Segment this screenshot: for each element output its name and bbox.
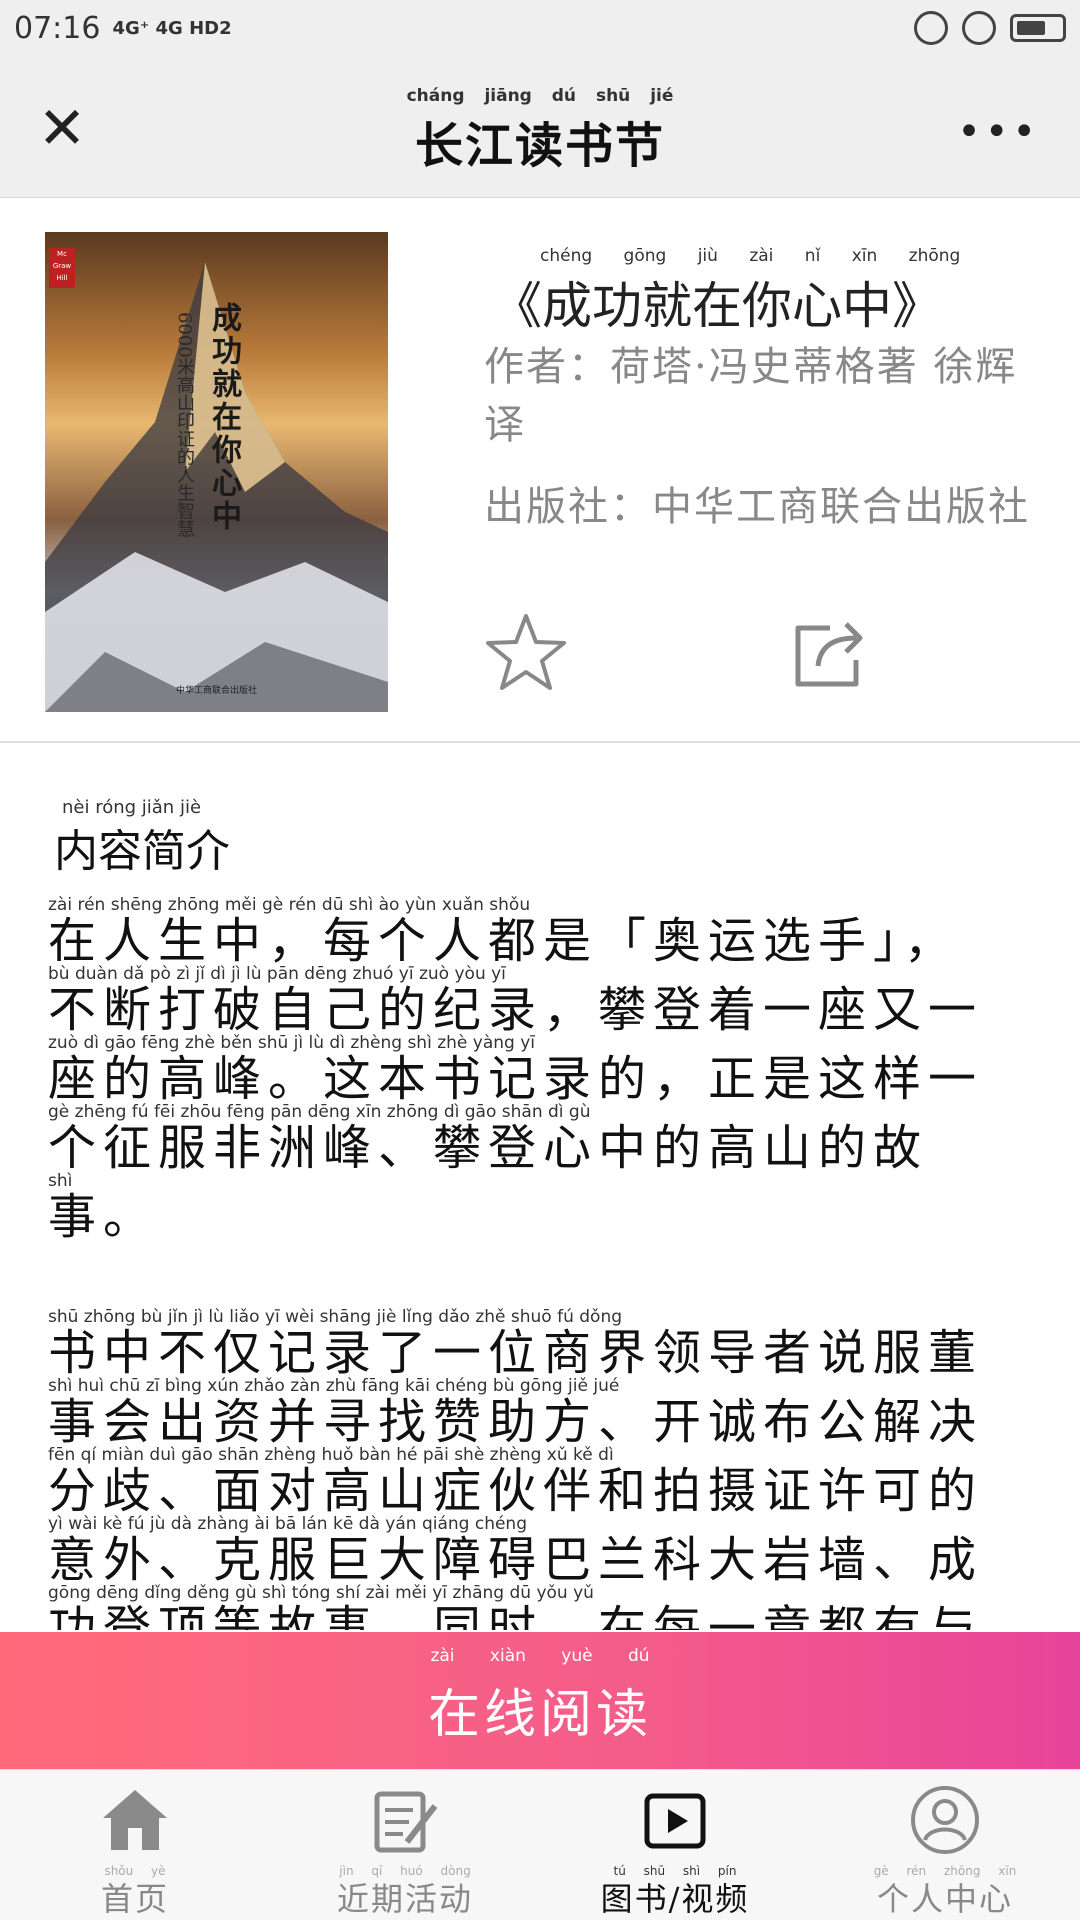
home-icon [103,1790,167,1850]
user-icon [911,1786,979,1854]
book-title-pinyin: chéng gōng jiù zài nǐ xīn zhōng [540,246,961,266]
read-online-button[interactable]: zài xiàn yuè dú 在线阅读 [0,1632,1080,1769]
more-options-icon[interactable]: ••• [957,112,1040,152]
tab-books-videos[interactable]: tú shū shì pín 图书/视频 [540,1770,810,1920]
page-title: 长江读书节 [414,118,665,174]
tab-activities[interactable]: jìn qī huó dòng 近期活动 [270,1770,540,1920]
battery-icon [1010,14,1066,42]
lock-rotation-icon [962,11,996,45]
status-time: 07:16 [14,10,101,46]
cover-subtitle: 6000米高山印证的人生智慧 [174,312,195,538]
publisher-logo: Mc Graw Hill [49,248,75,288]
cover-title: 成功就在你心中 [206,302,241,533]
book-author: 作者：荷塔·冯史蒂格著 徐辉译 [484,344,1018,448]
tab-activities-label: 近期活动 [336,1880,473,1918]
book-info: Mc Graw Hill 成功就在你心中 6000米高山印证的人生智慧 中华工商联合… [0,198,1080,743]
read-online-label: 在线阅读 [427,1685,652,1745]
book-publisher: 出版社：中华工商联合出版社 [484,484,1030,530]
share-icon[interactable] [790,616,866,692]
activity-icon [374,1791,438,1853]
para2-line-5: 功登顶等故事。同时，在每一章都有与 [48,1601,984,1630]
content-intro: nèi róng jiǎn jiè 内容简介 zài rén shēng zhō… [0,745,1080,1630]
video-icon [644,1793,706,1849]
bottom-tab-bar: shǒu yè 首页 jìn qī huó dòng 近期活动 tú shū s… [0,1769,1080,1920]
status-bar: 07:16 4G⁺ 4G HD2 [0,0,1080,56]
tab-home-label: 首页 [100,1880,169,1918]
book-title: 《成功就在你心中》 [492,277,942,335]
tab-home[interactable]: shǒu yè 首页 [0,1770,270,1920]
nav-bar: ✕ cháng jiāng dú shū jié 长江读书节 ••• [0,56,1080,198]
network-indicator: 4G⁺ 4G HD2 [112,17,232,39]
read-online-pinyin: zài xiàn yuè dú [430,1646,650,1666]
section-title: 内容简介 [54,826,230,877]
tab-profile-label: 个人中心 [876,1880,1013,1918]
tab-profile[interactable]: gè rén zhōng xīn 个人中心 [810,1770,1080,1920]
cover-publisher: 中华工商联合出版社 [175,686,257,696]
book-cover: Mc Graw Hill 成功就在你心中 6000米高山印证的人生智慧 中华工商联合… [45,232,388,712]
para1-line-5: 事。 [48,1189,159,1245]
tab-books-videos-label: 图书/视频 [600,1880,750,1918]
mute-icon [914,11,948,45]
favorite-star-icon[interactable] [484,610,568,694]
close-icon[interactable]: ✕ [34,99,90,157]
page-title-pinyin: cháng jiāng dú shū jié [406,86,674,106]
